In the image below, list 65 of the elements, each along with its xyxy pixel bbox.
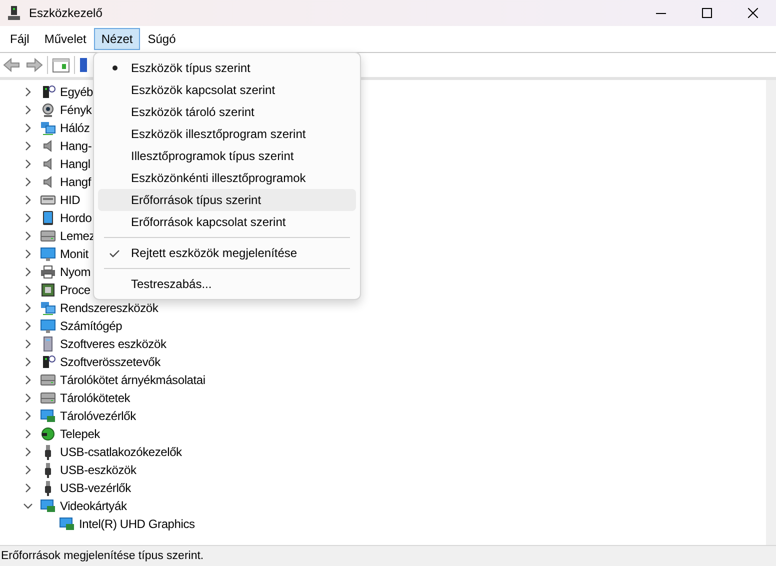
tree-item[interactable]: USB-csatlakozókezelők	[60, 445, 182, 459]
menu-item[interactable]: Nézet	[94, 28, 140, 50]
menu-option[interactable]: Erőforrások kapcsolat szerint	[131, 215, 286, 229]
device-icon	[40, 210, 56, 226]
back-icon[interactable]	[3, 57, 21, 73]
tree-item[interactable]: Szoftveres eszközök	[60, 337, 166, 351]
tree-item[interactable]: Fényk	[60, 103, 92, 117]
tree-item[interactable]: HID	[60, 193, 80, 207]
tree-item[interactable]: Hálóz	[60, 121, 90, 135]
tree-item[interactable]: Hordo	[60, 211, 92, 225]
tree-item[interactable]: Rendszereszközök	[60, 301, 158, 315]
tree-item[interactable]: Hangl	[60, 157, 90, 171]
device-icon	[40, 372, 56, 388]
device-icon	[40, 318, 56, 334]
maximize-icon[interactable]	[702, 8, 712, 18]
tree-item[interactable]: Tárolókötetek	[60, 391, 130, 405]
device-icon	[40, 390, 56, 406]
forward-icon[interactable]	[25, 57, 43, 73]
device-icon	[40, 426, 56, 442]
menu-item[interactable]: Művelet	[37, 28, 94, 50]
device-icon	[40, 498, 56, 514]
tree-item[interactable]: Egyéb	[60, 85, 94, 99]
toolbar-icon[interactable]	[79, 57, 87, 73]
menu-option[interactable]: Eszközök típus szerint	[131, 61, 250, 75]
menu-option[interactable]: Eszközök tároló szerint	[131, 105, 254, 119]
properties-icon[interactable]	[52, 57, 70, 73]
device-icon	[40, 246, 56, 262]
device-icon	[40, 354, 56, 370]
tree-item[interactable]: Intel(R) UHD Graphics	[79, 517, 195, 531]
tree-item[interactable]: USB-vezérlők	[60, 481, 131, 495]
device-icon	[40, 228, 56, 244]
tree-item[interactable]: Lemez	[60, 229, 96, 243]
app-icon	[7, 5, 21, 21]
menu-option[interactable]: Rejtett eszközök megjelenítése	[131, 246, 298, 260]
tree-item[interactable]: USB-eszközök	[60, 463, 136, 477]
tree-item[interactable]: Tárolókötet árnyékmásolatai	[60, 373, 206, 387]
device-icon	[40, 102, 56, 118]
tree-item[interactable]: Monit	[60, 247, 88, 261]
tree-item[interactable]: Tárolóvezérlők	[60, 409, 136, 423]
tree-item[interactable]: Telepek	[60, 427, 100, 441]
tree-item[interactable]: Hang-	[60, 139, 92, 153]
tree-item[interactable]: Nyom	[60, 265, 91, 279]
tree-item[interactable]: Számítógép	[60, 319, 122, 333]
menu-option[interactable]: Eszközök kapcsolat szerint	[131, 83, 276, 97]
menu-option[interactable]: Testreszabás...	[131, 277, 212, 291]
menu-item[interactable]: Fájl	[3, 28, 36, 50]
device-icon	[40, 300, 56, 316]
tree-item[interactable]: Szoftverösszetevők	[60, 355, 160, 369]
scrollbar[interactable]	[766, 80, 776, 545]
device-icon	[40, 84, 56, 100]
device-icon	[40, 120, 56, 136]
device-icon	[40, 282, 56, 298]
device-icon	[40, 264, 56, 280]
menu-option[interactable]: Eszközönkénti illesztőprogramok	[131, 171, 306, 185]
menu-item[interactable]: Súgó	[140, 28, 183, 50]
tree-item[interactable]: Videokártyák	[60, 499, 127, 513]
window-title: Eszközkezelő	[29, 6, 104, 20]
menu-option[interactable]: Illesztőprogramok típus szerint	[131, 149, 294, 163]
tree-item[interactable]: Hangf	[60, 175, 92, 189]
status-text: Erőforrások megjelenítése típus szerint.	[0, 550, 204, 562]
tree-item[interactable]: Proce	[60, 283, 90, 297]
close-icon[interactable]	[748, 8, 758, 18]
device-icon	[59, 516, 75, 532]
menu-option[interactable]: Eszközök illesztőprogram szerint	[131, 127, 306, 141]
device-icon	[40, 408, 56, 424]
